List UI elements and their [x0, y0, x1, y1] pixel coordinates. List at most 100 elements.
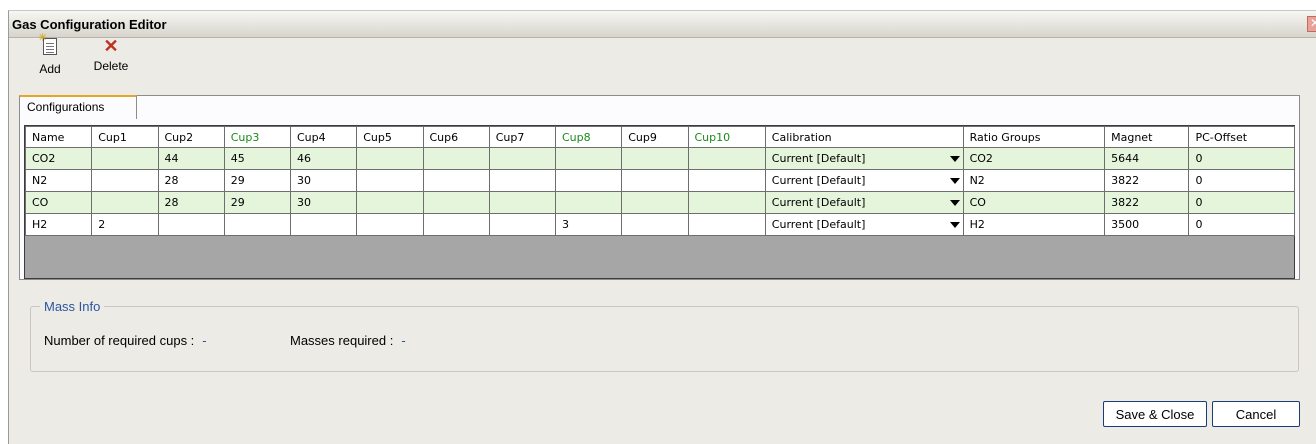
cell-cup9[interactable] — [621, 147, 689, 170]
cell-cup2[interactable]: 44 — [157, 147, 225, 170]
delete-button[interactable]: ✕ Delete — [88, 36, 134, 73]
cell-cup7[interactable] — [488, 191, 557, 214]
cell-cup4[interactable] — [289, 213, 358, 236]
cell-calibration[interactable]: Current [Default] — [764, 147, 964, 170]
column-header-pc-offset[interactable]: PC-Offset — [1188, 126, 1295, 148]
cell-cup8[interactable] — [554, 191, 623, 214]
cell-pc-offset[interactable]: 0 — [1188, 169, 1295, 192]
table-row[interactable]: H2 2 3 Current [Default] H2 3500 0 — [24, 213, 1295, 236]
cell-name[interactable]: CO2 — [24, 147, 93, 170]
cell-pc-offset[interactable]: 0 — [1188, 213, 1295, 236]
cell-ratio-groups[interactable]: H2 — [962, 213, 1106, 236]
cell-cup3[interactable]: 29 — [223, 191, 292, 214]
dropdown-arrow-icon[interactable] — [949, 178, 960, 184]
delete-label: Delete — [93, 59, 129, 73]
cell-ratio-groups[interactable]: CO — [962, 191, 1106, 214]
column-header-magnet[interactable]: Magnet — [1104, 126, 1190, 148]
cell-cup5[interactable] — [356, 169, 424, 192]
cell-pc-offset[interactable]: 0 — [1188, 191, 1295, 214]
cell-cup2[interactable] — [157, 213, 225, 236]
cell-magnet[interactable]: 3822 — [1104, 191, 1190, 214]
cell-cup7[interactable] — [488, 213, 557, 236]
tab-configurations[interactable]: Configurations — [19, 95, 137, 119]
cell-cup4[interactable]: 46 — [289, 147, 358, 170]
cell-cup8[interactable]: 3 — [554, 213, 623, 236]
column-header-cup9[interactable]: Cup9 — [621, 126, 689, 148]
cell-cup4[interactable]: 30 — [289, 169, 358, 192]
mass-info-title: Mass Info — [40, 299, 105, 314]
cell-cup8[interactable] — [554, 169, 623, 192]
column-header-cup3[interactable]: Cup3 — [223, 126, 292, 148]
cell-cup1[interactable] — [91, 191, 159, 214]
column-header-cup8[interactable]: Cup8 — [554, 126, 623, 148]
cell-pc-offset[interactable]: 0 — [1188, 147, 1295, 170]
cell-ratio-groups[interactable]: CO2 — [962, 147, 1106, 170]
column-header-calibration[interactable]: Calibration — [764, 126, 964, 148]
cell-cup10[interactable] — [687, 213, 766, 236]
configurations-table: Name Cup1 Cup2 Cup3 Cup4 Cup5 Cup6 Cup7 Cup8 Cup9… — [24, 126, 1295, 236]
configurations-grid: Name Cup1 Cup2 Cup3 Cup4 Cup5 Cup6 Cup7 Cup8 Cup9… — [24, 125, 1295, 279]
column-header-cup10[interactable]: Cup10 — [687, 126, 766, 148]
cell-cup5[interactable] — [356, 147, 424, 170]
cell-magnet[interactable]: 5644 — [1104, 147, 1190, 170]
cell-ratio-groups[interactable]: N2 — [962, 169, 1106, 192]
cell-cup9[interactable] — [621, 191, 689, 214]
cell-cup7[interactable] — [488, 147, 557, 170]
delete-x-icon: ✕ — [103, 36, 119, 56]
cell-cup3[interactable]: 29 — [223, 169, 292, 192]
column-header-cup4[interactable]: Cup4 — [289, 126, 358, 148]
cell-magnet[interactable]: 3500 — [1104, 213, 1190, 236]
table-row[interactable]: N2 28 29 30 Current [Default] N2 3822 0 — [24, 169, 1295, 192]
cell-calibration[interactable]: Current [Default] — [764, 213, 964, 236]
title-bar: Gas Configuration Editor — [9, 11, 1316, 38]
cell-name[interactable]: H2 — [24, 213, 93, 236]
cell-calibration[interactable]: Current [Default] — [764, 191, 964, 214]
table-row[interactable]: CO 28 29 30 Current [Default] CO 3822 0 — [24, 191, 1295, 214]
cell-name[interactable]: N2 — [24, 169, 93, 192]
cell-cup6[interactable] — [422, 147, 490, 170]
cell-cup6[interactable] — [422, 191, 490, 214]
add-button[interactable]: Add — [30, 31, 70, 76]
cell-cup3[interactable]: 45 — [223, 147, 292, 170]
required-cups-row: Number of required cups :- — [44, 333, 207, 348]
table-row[interactable]: CO2 44 45 46 Current [Default] CO2 5644 0 — [24, 147, 1295, 170]
add-document-icon — [38, 31, 57, 55]
cell-cup8[interactable] — [554, 147, 623, 170]
cell-name[interactable]: CO — [24, 191, 93, 214]
cell-cup9[interactable] — [621, 169, 689, 192]
column-header-cup2[interactable]: Cup2 — [157, 126, 225, 148]
column-header-name[interactable]: Name — [24, 126, 93, 148]
cell-cup1[interactable]: 2 — [91, 213, 159, 236]
required-cups-label: Number of required cups : — [44, 333, 195, 348]
cell-cup1[interactable] — [91, 169, 159, 192]
cell-calibration[interactable]: Current [Default] — [764, 169, 964, 192]
column-header-cup6[interactable]: Cup6 — [422, 126, 490, 148]
cell-cup2[interactable]: 28 — [157, 191, 225, 214]
save-close-button[interactable]: Save & Close — [1103, 401, 1207, 427]
cell-cup3[interactable] — [223, 213, 292, 236]
cell-cup4[interactable]: 30 — [289, 191, 358, 214]
dropdown-arrow-icon[interactable] — [949, 156, 960, 162]
cell-cup10[interactable] — [687, 169, 766, 192]
close-icon[interactable] — [1307, 16, 1316, 32]
cell-cup5[interactable] — [356, 213, 424, 236]
cell-cup7[interactable] — [488, 169, 557, 192]
cell-cup6[interactable] — [422, 169, 490, 192]
column-header-cup7[interactable]: Cup7 — [488, 126, 557, 148]
cell-magnet[interactable]: 3822 — [1104, 169, 1190, 192]
column-header-ratio-groups[interactable]: Ratio Groups — [962, 126, 1106, 148]
cell-cup10[interactable] — [687, 191, 766, 214]
dropdown-arrow-icon[interactable] — [949, 200, 960, 206]
column-header-cup5[interactable]: Cup5 — [356, 126, 424, 148]
cancel-button[interactable]: Cancel — [1212, 401, 1300, 427]
column-header-cup1[interactable]: Cup1 — [91, 126, 159, 148]
cell-cup9[interactable] — [621, 213, 689, 236]
table-header-row: Name Cup1 Cup2 Cup3 Cup4 Cup5 Cup6 Cup7 Cup8 Cup9… — [24, 126, 1295, 148]
cell-cup6[interactable] — [422, 213, 490, 236]
masses-required-value: - — [401, 333, 406, 348]
dropdown-arrow-icon[interactable] — [949, 222, 960, 228]
cell-cup10[interactable] — [687, 147, 766, 170]
cell-cup2[interactable]: 28 — [157, 169, 225, 192]
cell-cup5[interactable] — [356, 191, 424, 214]
cell-cup1[interactable] — [91, 147, 159, 170]
